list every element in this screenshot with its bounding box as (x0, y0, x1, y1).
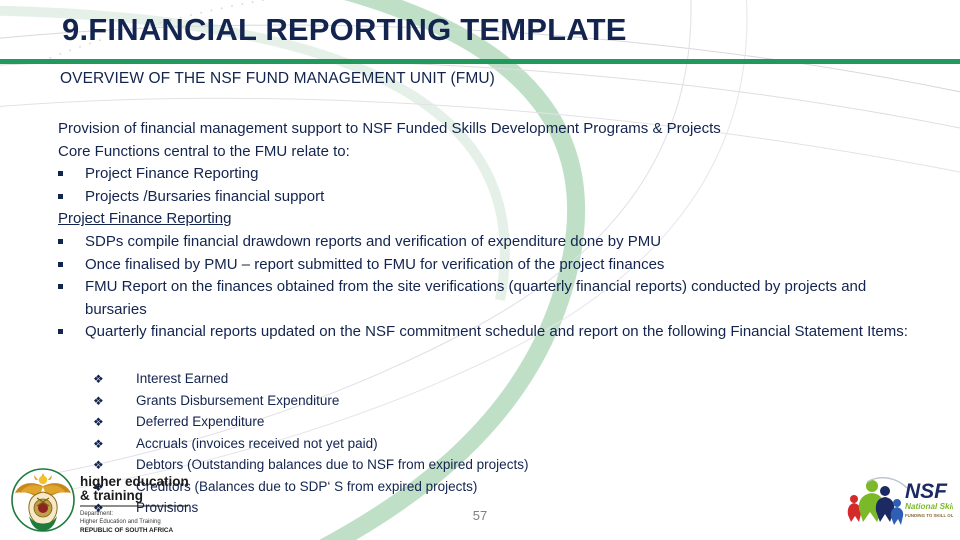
list-item: Projects /Bursaries financial support (58, 186, 928, 209)
diamond-bullet-icon: ❖ (93, 415, 104, 429)
diamond-bullet-icon: ❖ (93, 393, 104, 408)
list-item: SDPs compile financial drawdown reports … (58, 231, 928, 254)
nsf-acronym: NSF (905, 480, 948, 503)
section-heading: Project Finance Reporting (58, 210, 232, 228)
statement-items-list: ❖ Interest Earned ❖ Grants Disbursement … (93, 368, 793, 519)
list-item: ❖ Interest Earned (93, 368, 793, 390)
nsf-logo: NSF National Skills Fund FUNDING TO SKIL… (847, 477, 953, 525)
slide-canvas: 9.FINANCIAL REPORTING TEMPLATE OVERVIEW … (0, 0, 960, 540)
square-bullet-icon (58, 254, 85, 277)
square-bullet-icon (58, 163, 85, 186)
diamond-bullet-icon: ❖ (93, 436, 104, 451)
diamond-bullet-icon: ❖ (93, 372, 104, 386)
list-item: ❖ Deferred Expenditure (93, 411, 793, 433)
green-divider-rule (0, 59, 960, 64)
dhet-sub1: Department: (80, 511, 113, 517)
slide-subtitle: OVERVIEW OF THE NSF FUND MANAGEMENT UNIT… (60, 70, 495, 87)
nsf-tagline: National Skills Fund (905, 502, 953, 511)
dhet-sub3: REPUBLIC OF SOUTH AFRICA (80, 527, 174, 534)
statement-item-label: Debtors (Outstanding balances due to NSF… (136, 457, 529, 472)
detail-bullet-label: Quarterly financial reports updated on t… (85, 323, 908, 341)
list-item: ❖ Grants Disbursement Expenditure (93, 390, 793, 412)
list-item: Quarterly financial reports updated on t… (58, 321, 928, 344)
dhet-line1: higher education (80, 474, 189, 489)
top-bullet-label: Project Finance Reporting (85, 165, 259, 183)
dhet-logo: higher education & training Department: … (11, 468, 189, 534)
list-item: ❖ Debtors (Outstanding balances due to N… (93, 454, 793, 476)
statement-item-label: Interest Earned (136, 371, 229, 386)
detail-bullet-label: SDPs compile financial drawdown reports … (85, 232, 662, 250)
dhet-line2: & training (80, 488, 143, 503)
square-bullet-icon (58, 321, 85, 344)
list-item: FMU Report on the finances obtained from… (58, 276, 928, 321)
statement-item-label: Deferred Expenditure (136, 414, 265, 429)
detail-bullet-label: FMU Report on the finances obtained from… (85, 278, 867, 318)
list-item: ❖ Accruals (invoices received not yet pa… (93, 433, 793, 455)
statement-item-label: Grants Disbursement Expenditure (136, 392, 340, 408)
intro-line-1: Provision of financial management suppor… (58, 120, 721, 137)
people-figures-icon (847, 477, 908, 525)
nsf-subtagline: FUNDING TO SKILL OUR NATION (905, 513, 953, 518)
square-bullet-icon (58, 276, 85, 299)
list-item: Once finalised by PMU – report submitted… (58, 254, 928, 277)
statement-item-label: Accruals (invoices received not yet paid… (136, 435, 378, 451)
coat-of-arms-icon (11, 468, 75, 532)
dhet-sub2: Higher Education and Training (80, 519, 161, 525)
slide-title: 9.FINANCIAL REPORTING TEMPLATE (62, 12, 627, 47)
list-item: ❖ Creditors (Balances due to SDP‘ S from… (93, 476, 793, 498)
square-bullet-icon (58, 186, 85, 209)
statement-item-label: Creditors (Balances due to SDP‘ S from e… (136, 478, 478, 494)
square-bullet-icon (58, 231, 85, 254)
intro-line-2: Core Functions central to the FMU relate… (58, 142, 350, 160)
list-item: Project Finance Reporting (58, 163, 928, 186)
detail-bullet-label: Once finalised by PMU – report submitted… (85, 255, 665, 273)
top-bullet-label: Projects /Bursaries financial support (85, 187, 325, 205)
slide-body: Provision of financial management suppor… (58, 118, 928, 344)
